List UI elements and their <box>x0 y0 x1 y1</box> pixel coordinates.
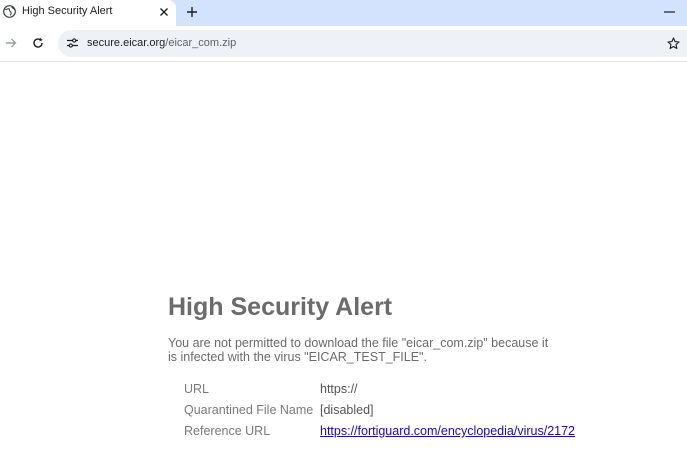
alert-message: You are not permitted to download the fi… <box>168 336 549 364</box>
detail-label: Reference URL <box>184 424 271 438</box>
browser-toolbar: secure.eicar.org/eicar_com.zip <box>0 26 687 62</box>
detail-row-quarantined-file: Quarantined File Name [disabled] <box>168 400 668 421</box>
site-info-icon[interactable] <box>65 36 79 50</box>
address-bar[interactable]: secure.eicar.org/eicar_com.zip <box>58 30 687 57</box>
close-icon[interactable] <box>157 5 171 19</box>
minimize-icon[interactable] <box>662 6 676 18</box>
details-table: URL https:// Quarantined File Name [disa… <box>168 379 668 442</box>
detail-label: Quarantined File Name <box>184 403 314 417</box>
tab-strip: High Security Alert <box>0 0 687 26</box>
globe-icon <box>3 5 16 18</box>
detail-value: https:// <box>320 382 358 396</box>
detail-row-url: URL https:// <box>168 379 668 400</box>
url-text[interactable]: secure.eicar.org/eicar_com.zip <box>87 37 236 49</box>
star-icon[interactable] <box>666 36 681 51</box>
forward-arrow-icon[interactable] <box>2 34 20 52</box>
detail-label: URL <box>184 382 210 396</box>
reload-icon[interactable] <box>29 34 47 52</box>
tab-active[interactable]: High Security Alert <box>0 0 176 26</box>
detail-value: [disabled] <box>320 403 374 417</box>
page-title: High Security Alert <box>168 293 393 321</box>
plus-icon[interactable] <box>184 4 200 20</box>
reference-url-link[interactable]: https://fortiguard.com/encyclopedia/viru… <box>320 421 575 442</box>
url-host: secure.eicar.org <box>87 37 166 49</box>
detail-row-reference-url: Reference URL https://fortiguard.com/enc… <box>168 421 668 442</box>
tab-title: High Security Alert <box>22 5 113 17</box>
url-path: /eicar_com.zip <box>165 37 237 49</box>
alert-content: High Security Alert You are not permitte… <box>168 292 668 442</box>
